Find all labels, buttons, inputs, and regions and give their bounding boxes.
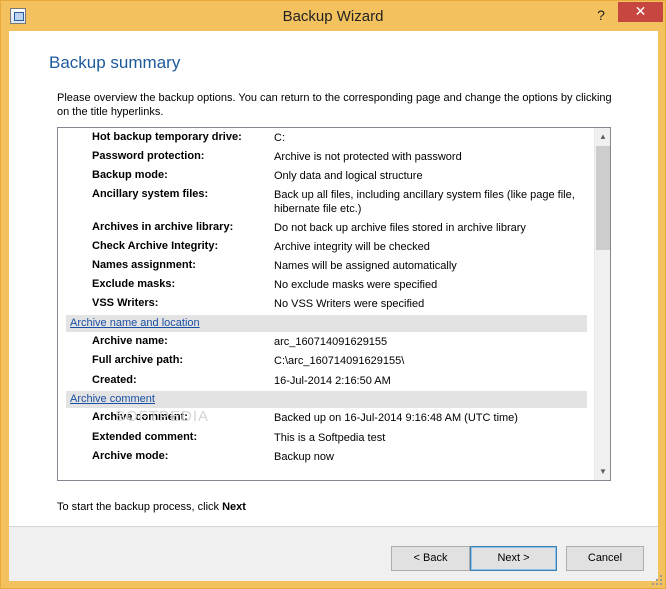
row-value: C:\arc_160714091629155\: [274, 355, 405, 367]
summary-row: VSS Writers: No VSS Writers were specifi…: [58, 295, 594, 313]
row-label: Check Archive Integrity:: [92, 240, 219, 252]
back-button[interactable]: < Back: [391, 546, 470, 571]
vertical-scrollbar[interactable]: ▲ ▼: [594, 128, 610, 480]
summary-row: Password protection: Archive is not prot…: [58, 148, 594, 166]
summary-rows: Hot backup temporary drive: C: Password …: [58, 128, 594, 480]
page-title: Backup summary: [49, 53, 181, 72]
intro-text: Please overview the backup options. You …: [57, 92, 612, 118]
footer-instruction-text: To start the backup process, click: [57, 501, 223, 513]
summary-row: Exclude masks: No exclude masks were spe…: [58, 276, 594, 294]
row-label: Hot backup temporary drive:: [92, 131, 242, 143]
summary-row: Extended comment: This is a Softpedia te…: [58, 429, 594, 447]
summary-row: Check Archive Integrity: Archive integri…: [58, 238, 594, 256]
row-value: No exclude masks were specified: [274, 279, 438, 291]
row-value: Back up all files, including ancillary s…: [274, 189, 575, 215]
button-panel: [9, 526, 658, 581]
row-label: Archive name:: [92, 335, 168, 347]
section-header-archive-comment: Archive comment: [66, 391, 587, 408]
row-value: Names will be assigned automatically: [274, 260, 457, 272]
resize-grip-icon[interactable]: [651, 574, 663, 586]
row-label: Created:: [92, 374, 137, 386]
summary-row: Archive mode: Backup now: [58, 448, 594, 466]
row-value: Do not back up archive files stored in a…: [274, 222, 526, 234]
row-value: Backup now: [274, 451, 334, 463]
summary-row: Backup mode: Only data and logical struc…: [58, 167, 594, 185]
archive-name-location-link[interactable]: Archive name and location: [70, 317, 200, 329]
summary-row: Hot backup temporary drive: C:: [58, 129, 594, 147]
scroll-up-arrow-icon[interactable]: ▲: [595, 128, 610, 145]
row-value: Only data and logical structure: [274, 170, 423, 182]
row-value: C:: [274, 132, 285, 144]
summary-row: Archive name: arc_160714091629155: [58, 333, 594, 351]
row-label: Full archive path:: [92, 354, 184, 366]
scroll-thumb[interactable]: [596, 146, 610, 250]
row-label: Names assignment:: [92, 259, 196, 271]
summary-row: Archives in archive library: Do not back…: [58, 219, 594, 237]
summary-row: Names assignment: Names will be assigned…: [58, 257, 594, 275]
cancel-button[interactable]: Cancel: [566, 546, 644, 571]
section-header-archive-name: Archive name and location: [66, 315, 587, 332]
row-label: Extended comment:: [92, 431, 198, 443]
softpedia-watermark: SOFTPEDIA: [115, 408, 210, 425]
row-label: Archive mode:: [92, 450, 169, 462]
row-label: Exclude masks:: [92, 278, 176, 290]
row-label: Archives in archive library:: [92, 221, 234, 233]
summary-row: Ancillary system files: Back up all file…: [58, 186, 594, 218]
scroll-down-arrow-icon[interactable]: ▼: [595, 463, 610, 480]
summary-list[interactable]: Hot backup temporary drive: C: Password …: [57, 127, 611, 481]
row-label: Ancillary system files:: [92, 188, 209, 200]
window-title: Backup Wizard: [282, 8, 384, 25]
close-button[interactable]: ✕: [618, 2, 663, 22]
backup-wizard-window: Backup Wizard ? ✕ Backup summary Please …: [0, 0, 666, 589]
row-value: arc_160714091629155: [274, 336, 388, 348]
row-label: Password protection:: [92, 150, 205, 162]
footer-instruction: To start the backup process, click Next: [57, 501, 246, 513]
row-label: Backup mode:: [92, 169, 168, 181]
row-value: 16-Jul-2014 2:16:50 AM: [274, 375, 391, 387]
row-value: This is a Softpedia test: [274, 432, 386, 444]
summary-row: Created: 16-Jul-2014 2:16:50 AM: [58, 372, 594, 390]
title-bar[interactable]: Backup Wizard ? ✕: [1, 1, 665, 31]
row-value: Archive is not protected with password: [274, 151, 462, 163]
help-button[interactable]: ?: [587, 5, 615, 25]
row-label: VSS Writers:: [92, 297, 159, 309]
next-button[interactable]: Next >: [470, 546, 557, 571]
row-value: No VSS Writers were specified: [274, 298, 425, 310]
row-value: Backed up on 16-Jul-2014 9:16:48 AM (UTC…: [274, 412, 518, 424]
row-value: Archive integrity will be checked: [274, 241, 430, 253]
summary-row: Full archive path: C:\arc_16071409162915…: [58, 352, 594, 370]
footer-instruction-next: Next: [222, 501, 246, 513]
archive-comment-link[interactable]: Archive comment: [70, 393, 155, 405]
